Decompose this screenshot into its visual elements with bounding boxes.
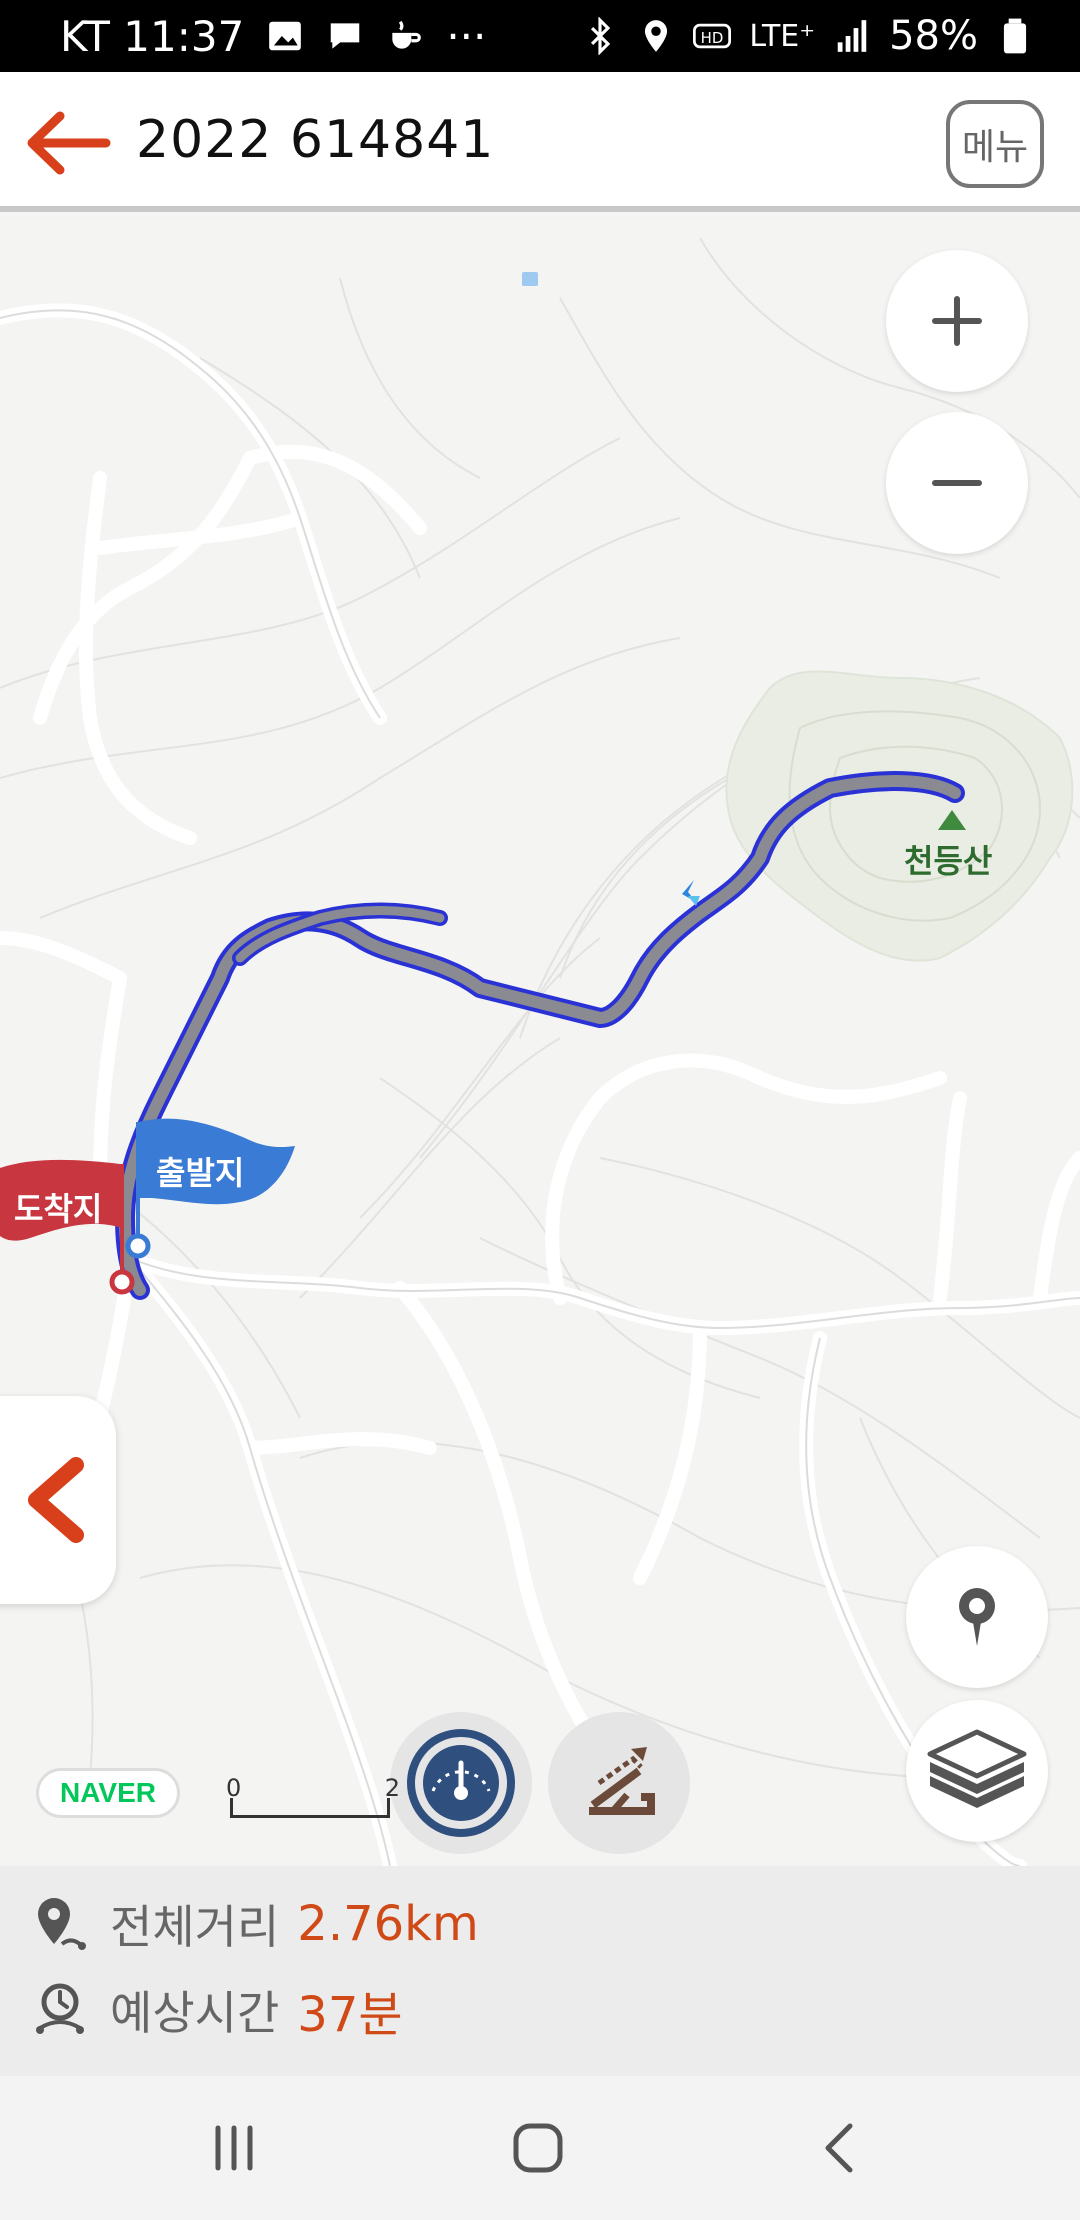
- minus-icon: [932, 480, 982, 486]
- image-icon: [269, 21, 302, 51]
- distance-row: 전체거리 2.76km: [32, 1884, 479, 1964]
- plus-icon: [932, 296, 982, 346]
- hd-icon: HD: [693, 23, 732, 49]
- my-location-button[interactable]: [906, 1546, 1048, 1688]
- time-row: 예상시간 37분: [32, 1970, 403, 2050]
- layers-button[interactable]: [906, 1700, 1048, 1842]
- route-distance-icon: [38, 1898, 86, 1950]
- more-notifications: ···: [446, 11, 487, 61]
- system-nav-bar: [0, 2076, 1080, 2220]
- signal-icon: [837, 20, 867, 52]
- time-value: 37분: [297, 1987, 403, 2043]
- time-label: 예상시간: [110, 1986, 280, 2040]
- location-icon: [645, 20, 668, 52]
- naver-logo: NAVER: [36, 1768, 180, 1818]
- map-scale: 0 2: [226, 1774, 400, 1824]
- zoom-out-button[interactable]: [886, 412, 1028, 554]
- elevation-button[interactable]: [548, 1712, 690, 1854]
- recent-apps-icon[interactable]: [204, 2118, 264, 2178]
- coffee-icon: [392, 20, 422, 49]
- route-info-panel: 전체거리 2.76km 예상시간 37분: [0, 1866, 1080, 2076]
- svg-text:HD: HD: [701, 29, 724, 47]
- estimated-time-icon: [36, 1983, 84, 2034]
- back-arrow-icon[interactable]: [22, 108, 112, 178]
- home-icon[interactable]: [508, 2118, 568, 2178]
- battery-percent: 58%: [889, 13, 978, 59]
- page-title: 2022 614841: [136, 110, 495, 170]
- end-label: 도착지: [14, 1190, 103, 1228]
- status-bar: KT 11:37 ··· HD LTE⁺ 58%: [0, 0, 1080, 72]
- carrier-time: KT 11:37: [60, 11, 245, 61]
- menu-button[interactable]: 메뉴: [946, 100, 1044, 188]
- start-label: 출발지: [156, 1154, 245, 1192]
- speedometer-icon: [407, 1729, 515, 1837]
- map-view[interactable]: 천등산 출발지 도착지 NAVER 0 2: [0, 218, 1080, 1866]
- battery-icon: [1003, 18, 1027, 54]
- distance-value: 2.76km: [297, 1896, 479, 1952]
- app-bar: 2022 614841 메뉴: [0, 72, 1080, 212]
- network-type: LTE⁺: [749, 18, 816, 54]
- scale-start: 0: [226, 1774, 242, 1802]
- side-panel-toggle[interactable]: [0, 1396, 116, 1604]
- layers-icon: [927, 1729, 1027, 1808]
- bluetooth-icon: [591, 17, 611, 55]
- chevron-left-icon: [28, 1457, 84, 1543]
- elevation-icon: [589, 1747, 655, 1815]
- speed-button[interactable]: [390, 1712, 532, 1854]
- zoom-in-button[interactable]: [886, 250, 1028, 392]
- message-icon: [331, 23, 360, 49]
- pin-icon: [959, 1588, 995, 1646]
- distance-label: 전체거리: [110, 1900, 280, 1954]
- mountain-label: 천등산: [904, 842, 993, 880]
- back-icon[interactable]: [810, 2118, 870, 2178]
